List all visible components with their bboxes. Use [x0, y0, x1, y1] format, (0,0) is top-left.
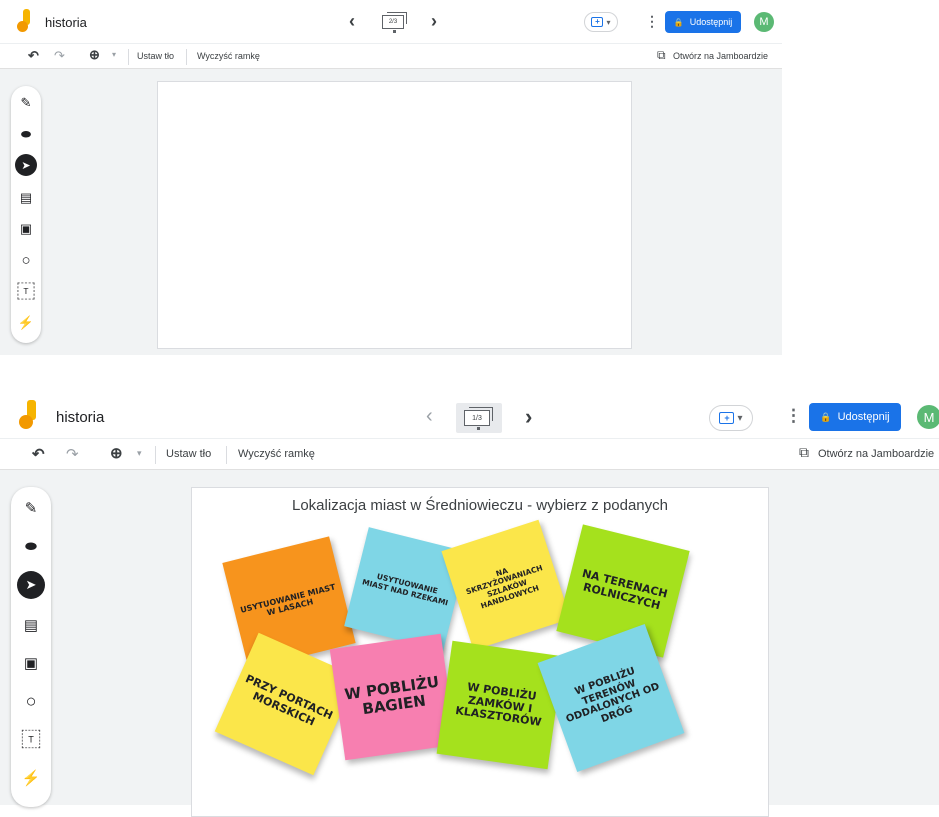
- zoom-caret-icon[interactable]: ▾: [112, 50, 116, 59]
- next-frame-button[interactable]: ›: [431, 11, 437, 32]
- toolbar-divider: [128, 49, 129, 65]
- toolbar-divider: [226, 446, 227, 464]
- sticky-note-text: PRZY PORTACH MORSKICH: [243, 672, 335, 729]
- frame-counter-label: 2/3: [388, 19, 398, 25]
- sticky-note-tool-icon[interactable]: ▤: [14, 186, 38, 210]
- sticky-note-text: W POBLIŻU BAGIEN: [343, 672, 441, 719]
- open-in-jamboard-button[interactable]: Otwórz na Jamboardzie: [673, 51, 768, 61]
- app-title[interactable]: historia: [45, 15, 87, 30]
- present-icon: +: [591, 17, 604, 27]
- next-frame-button[interactable]: ›: [525, 404, 532, 430]
- pen-tool-icon[interactable]: ✎: [14, 91, 38, 115]
- redo-icon[interactable]: ↷: [54, 48, 65, 64]
- top-bar: historia ‹ 1/3 › + ▾ ⋮ 🔒 Udostępnij M: [0, 388, 939, 438]
- screenshot-frame-2: historia ‹ 2/3 › + ▾ ⋮ 🔒 Udostępnij M ↶ …: [0, 0, 782, 355]
- shape-tool-icon[interactable]: ○: [14, 248, 38, 272]
- frame-counter-label: 1/3: [472, 414, 482, 422]
- chevron-down-icon: ▾: [737, 412, 743, 424]
- open-in-jamboard-icon: ⧉: [657, 48, 666, 62]
- share-button[interactable]: 🔒 Udostępnij: [665, 11, 741, 33]
- undo-icon[interactable]: ↶: [28, 48, 39, 64]
- avatar[interactable]: M: [917, 405, 939, 429]
- jamboard-logo: [17, 9, 31, 33]
- sticky-note[interactable]: NA SKRZYŻOWANIACH SZLAKÓW HANDLOWYCH: [441, 519, 571, 651]
- workspace: ✎ ⬬ ➤ ▤ ▣ ○ T ⚡ Lokalizacja miast w Śred…: [0, 470, 939, 817]
- image-tool-icon[interactable]: ▣: [14, 217, 38, 241]
- pen-tool-icon[interactable]: ✎: [17, 494, 45, 522]
- lock-icon: 🔒: [820, 411, 832, 422]
- top-bar: historia ‹ 2/3 › + ▾ ⋮ 🔒 Udostępnij M: [0, 0, 782, 43]
- chevron-down-icon: ▾: [606, 17, 611, 27]
- undo-icon[interactable]: ↶: [32, 445, 45, 463]
- avatar-initial: M: [759, 16, 769, 28]
- sticky-note-text: USYTUOWANIE MIAST W LASACH: [239, 582, 337, 618]
- zoom-caret-icon[interactable]: ▾: [137, 448, 142, 459]
- present-button[interactable]: + ▾: [584, 12, 618, 32]
- laser-tool-icon[interactable]: ⚡: [17, 764, 45, 792]
- present-icon: +: [719, 412, 735, 424]
- toolbar-divider: [186, 49, 187, 65]
- sticky-note-text: USYTUOWANIE MIAST NAD RZEKAMI: [361, 572, 450, 608]
- sticky-note-tool-icon[interactable]: ▤: [17, 611, 45, 639]
- text-box-tool-icon[interactable]: T: [17, 282, 35, 300]
- open-in-jamboard-button[interactable]: Otwórz na Jamboardzie: [818, 448, 934, 460]
- present-button[interactable]: + ▾: [709, 405, 753, 431]
- frame-canvas[interactable]: Lokalizacja miast w Średniowieczu - wybi…: [191, 487, 769, 817]
- sticky-note-text: W POBLIŻU ZAMKÓW I KLASZTORÓW: [454, 680, 543, 730]
- select-tool-icon[interactable]: ➤: [15, 154, 37, 176]
- eraser-tool-icon[interactable]: ⬬: [14, 122, 38, 146]
- open-in-jamboard-icon: ⧉: [799, 444, 809, 460]
- image-tool-icon[interactable]: ▣: [17, 649, 45, 677]
- frame-counter[interactable]: 2/3: [382, 12, 407, 33]
- share-button[interactable]: 🔒 Udostępnij: [809, 403, 901, 431]
- jamboard-logo: [19, 400, 37, 430]
- set-background-button[interactable]: Ustaw tło: [166, 448, 211, 460]
- tool-panel: ✎ ⬬ ➤ ▤ ▣ ○ T ⚡: [11, 86, 41, 343]
- more-options-icon[interactable]: ⋮: [785, 406, 802, 426]
- app-title[interactable]: historia: [56, 409, 104, 426]
- redo-icon[interactable]: ↷: [66, 445, 79, 463]
- zoom-icon[interactable]: ⊕: [89, 47, 100, 63]
- action-toolbar: ↶ ↷ ⊕ ▾ Ustaw tło Wyczyść ramkę ⧉ Otwórz…: [0, 43, 782, 69]
- zoom-icon[interactable]: ⊕: [110, 444, 123, 462]
- lock-icon: 🔒: [673, 17, 684, 27]
- workspace: ✎ ⬬ ➤ ▤ ▣ ○ T ⚡: [0, 69, 782, 355]
- select-tool-icon[interactable]: ➤: [17, 571, 45, 599]
- set-background-button[interactable]: Ustaw tło: [137, 51, 174, 61]
- clear-frame-button[interactable]: Wyczyść ramkę: [238, 448, 315, 460]
- toolbar-divider: [155, 446, 156, 464]
- shape-tool-icon[interactable]: ○: [17, 687, 45, 715]
- action-toolbar: ↶ ↷ ⊕ ▾ Ustaw tło Wyczyść ramkę ⧉ Otwórz…: [0, 438, 939, 470]
- clear-frame-button[interactable]: Wyczyść ramkę: [197, 51, 260, 61]
- screenshot-frame-1: historia ‹ 1/3 › + ▾ ⋮ 🔒 Udostępnij M ↶ …: [0, 388, 939, 817]
- text-box-tool-icon[interactable]: T: [21, 729, 41, 749]
- tool-panel: ✎ ⬬ ➤ ▤ ▣ ○ T ⚡: [11, 487, 51, 807]
- laser-tool-icon[interactable]: ⚡: [14, 311, 38, 335]
- sticky-note[interactable]: USYTUOWANIE MIAST NAD RZEKAMI: [344, 527, 468, 651]
- canvas-title: Lokalizacja miast w Średniowieczu - wybi…: [292, 497, 668, 514]
- sticky-note-text: NA TERENACH ROLNICZYCH: [580, 567, 669, 613]
- more-options-icon[interactable]: ⋮: [645, 13, 659, 30]
- prev-frame-button[interactable]: ‹: [426, 405, 433, 428]
- eraser-tool-icon[interactable]: ⬬: [17, 532, 45, 560]
- share-label: Udostępnij: [837, 411, 890, 423]
- frame-canvas[interactable]: [157, 81, 632, 349]
- sticky-note-text: NA SKRZYŻOWANIACH SZLAKÓW HANDLOWYCH: [464, 563, 544, 611]
- share-label: Udostępnij: [689, 17, 733, 27]
- frame-counter[interactable]: 1/3: [464, 407, 493, 430]
- avatar-initial: M: [923, 409, 935, 425]
- prev-frame-button[interactable]: ‹: [349, 11, 355, 32]
- sticky-note-text: W POBLIŻU TERENÓW ODDALONYCH OD DRÓG: [564, 665, 662, 726]
- avatar[interactable]: M: [754, 12, 774, 32]
